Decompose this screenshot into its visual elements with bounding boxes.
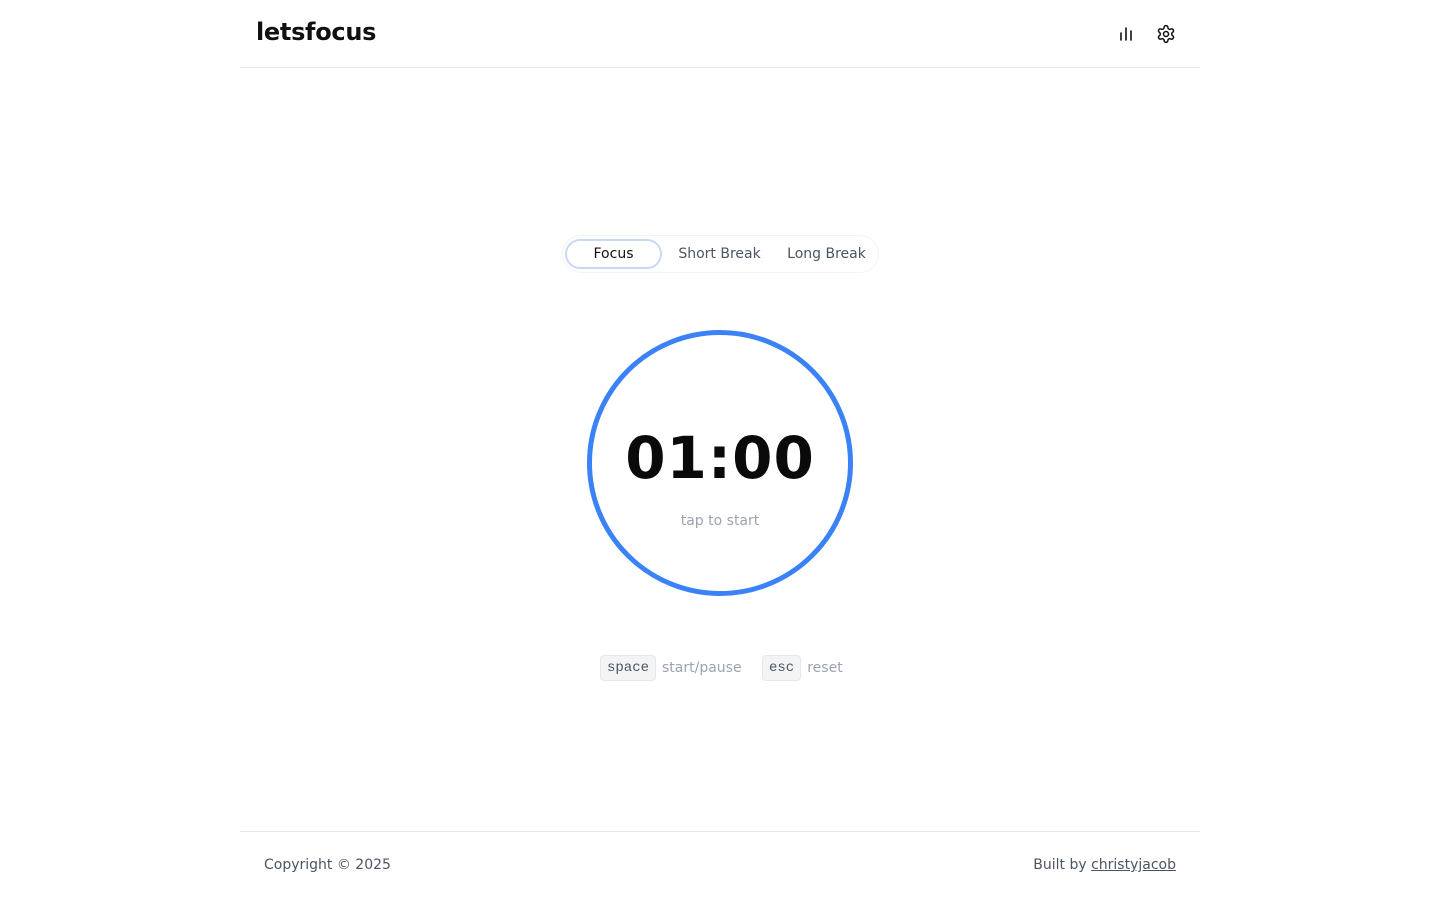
built-by-text: Built by christyjacob bbox=[1033, 857, 1176, 873]
app-header: letsfocus bbox=[240, 0, 1200, 68]
shortcut-reset: esc reset bbox=[762, 655, 843, 681]
tab-long-break[interactable]: Long Break bbox=[777, 239, 876, 269]
copyright-text: Copyright © 2025 bbox=[264, 857, 391, 873]
bar-chart-icon[interactable] bbox=[1114, 22, 1138, 46]
app-footer: Copyright © 2025 Built by christyjacob bbox=[240, 831, 1200, 900]
built-by-prefix: Built by bbox=[1033, 857, 1092, 873]
app-page: letsfocus Focus Short Break Long Break 0… bbox=[0, 0, 1440, 900]
tab-focus[interactable]: Focus bbox=[565, 239, 662, 269]
timer-display: 01:00 bbox=[625, 424, 815, 492]
app-logo[interactable]: letsfocus bbox=[256, 18, 376, 46]
bar-chart-icon-svg bbox=[1120, 27, 1132, 41]
tab-short-break[interactable]: Short Break bbox=[668, 239, 771, 269]
shortcut-start-pause: space start/pause bbox=[600, 655, 742, 681]
gear-icon-svg bbox=[1157, 24, 1175, 44]
shortcut-label-reset: reset bbox=[807, 660, 843, 676]
author-link[interactable]: christyjacob bbox=[1091, 857, 1176, 873]
gear-icon[interactable] bbox=[1154, 22, 1178, 46]
timer-hint: tap to start bbox=[680, 513, 760, 529]
shortcut-label-start-pause: start/pause bbox=[662, 660, 742, 676]
shortcut-key-esc: esc bbox=[762, 655, 802, 681]
timer-ring[interactable]: 01:00 tap to start bbox=[587, 330, 853, 596]
mode-switch: Focus Short Break Long Break bbox=[563, 236, 878, 272]
shortcut-key-space: space bbox=[600, 655, 657, 681]
